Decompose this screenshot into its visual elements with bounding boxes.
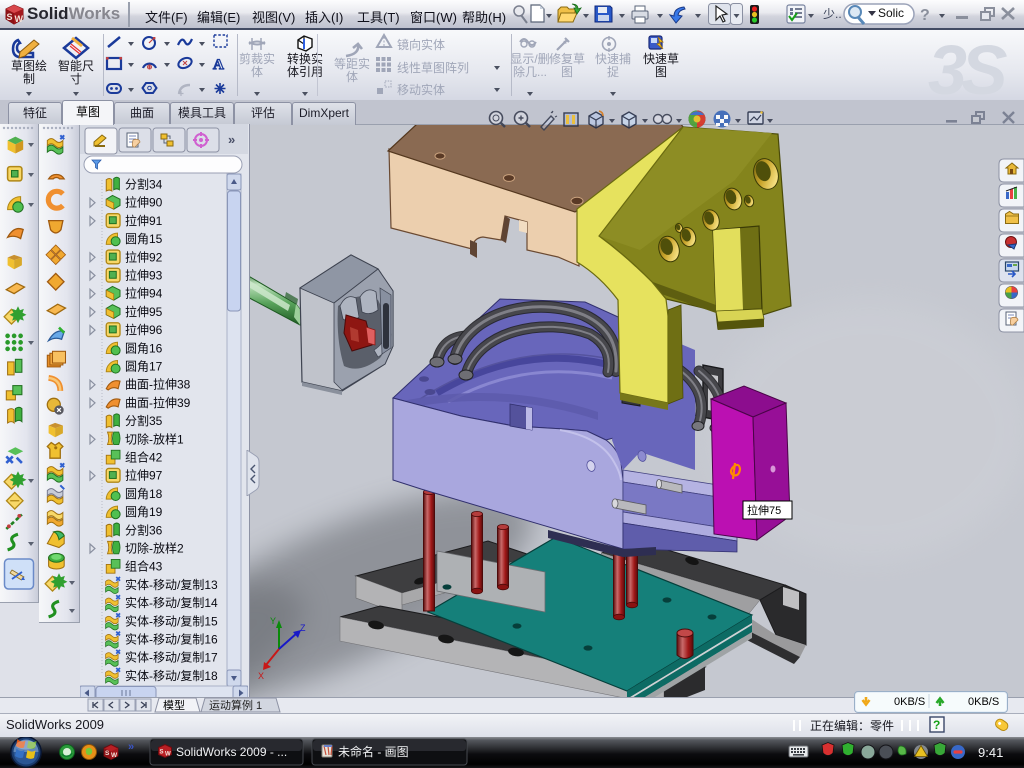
svg-text:拉伸92: 拉伸92 — [125, 249, 163, 264]
svg-text:拉伸94: 拉伸94 — [125, 286, 163, 301]
svg-text:线性草图阵列: 线性草图阵列 — [397, 61, 469, 75]
svg-text:曲面-拉伸38: 曲面-拉伸38 — [125, 377, 191, 392]
svg-text:草图绘: 草图绘 — [11, 58, 47, 73]
svg-text:组合43: 组合43 — [125, 559, 163, 574]
svg-text:0KB/S: 0KB/S — [894, 696, 925, 708]
svg-text:显示/删: 显示/删 — [510, 52, 549, 66]
svg-text:W: W — [111, 752, 118, 759]
svg-text:拉伸75: 拉伸75 — [747, 503, 781, 517]
svg-text:体: 体 — [251, 65, 263, 79]
svg-text:圆角16: 圆角16 — [125, 341, 163, 355]
svg-text:拉伸93: 拉伸93 — [125, 268, 163, 283]
svg-text:?: ? — [933, 718, 940, 732]
svg-text:智能尺: 智能尺 — [58, 58, 94, 73]
svg-text:等距实: 等距实 — [334, 56, 370, 71]
svg-text:曲面-拉伸39: 曲面-拉伸39 — [125, 395, 191, 410]
svg-text:Z: Z — [300, 623, 306, 633]
svg-text:»: » — [128, 741, 134, 753]
svg-text:制: 制 — [23, 72, 35, 86]
svg-text:切除-放样2: 切除-放样2 — [125, 541, 184, 556]
svg-text:模型: 模型 — [163, 698, 185, 712]
svg-text:除几...: 除几... — [513, 64, 547, 79]
svg-text:拉伸91: 拉伸91 — [125, 213, 163, 228]
svg-text:拉伸90: 拉伸90 — [125, 195, 163, 210]
svg-text:实体-移动/复制13: 实体-移动/复制13 — [125, 577, 218, 592]
svg-text:捉: 捉 — [607, 64, 619, 79]
svg-text:圆角19: 圆角19 — [125, 505, 163, 519]
svg-text:SolidWorks 2009 - ...: SolidWorks 2009 - ... — [176, 745, 287, 759]
svg-text:S: S — [105, 750, 110, 757]
svg-text:W: W — [15, 14, 24, 24]
svg-text:分割36: 分割36 — [125, 522, 163, 537]
svg-text:A: A — [213, 57, 224, 73]
svg-text:运动算例 1: 运动算例 1 — [209, 698, 262, 712]
svg-text:移动实体: 移动实体 — [397, 82, 445, 97]
svg-text:图: 图 — [561, 65, 573, 79]
svg-text:实体-移动/复制17: 实体-移动/复制17 — [125, 650, 218, 665]
svg-text:拉伸96: 拉伸96 — [125, 322, 163, 337]
svg-text:快速捕: 快速捕 — [595, 51, 631, 66]
svg-text:修复草: 修复草 — [549, 51, 585, 66]
svg-text:圆角18: 圆角18 — [125, 487, 163, 501]
svg-text:剪裁实: 剪裁实 — [239, 51, 275, 66]
svg-text:镜向实体: 镜向实体 — [397, 37, 445, 52]
svg-text:实体-移动/复制18: 实体-移动/复制18 — [125, 668, 218, 683]
svg-text:W: W — [165, 752, 171, 758]
svg-text:少..: 少.. — [823, 7, 842, 21]
svg-text:圆角15: 圆角15 — [125, 232, 163, 246]
svg-text:0KB/S: 0KB/S — [968, 696, 999, 708]
svg-text:组合42: 组合42 — [125, 450, 163, 465]
svg-text:Y: Y — [270, 616, 276, 626]
svg-text:图: 图 — [655, 65, 667, 79]
svg-text:未命名 - 画图: 未命名 - 画图 — [338, 744, 409, 759]
svg-text:实体-移动/复制15: 实体-移动/复制15 — [125, 613, 218, 628]
svg-text:分割35: 分割35 — [125, 413, 163, 428]
svg-text:圆角17: 圆角17 — [125, 360, 163, 374]
svg-text:切除-放样1: 切除-放样1 — [125, 431, 184, 446]
svg-text:实体-移动/复制16: 实体-移动/复制16 — [125, 632, 218, 647]
svg-text:寸: 寸 — [70, 72, 82, 86]
svg-text:体: 体 — [346, 70, 358, 84]
svg-text:实体-移动/复制14: 实体-移动/复制14 — [125, 595, 218, 610]
svg-text:正在编辑：零件: 正在编辑：零件 — [810, 718, 894, 733]
svg-text:9:41: 9:41 — [978, 745, 1003, 760]
svg-text:快速草: 快速草 — [643, 52, 679, 66]
svg-text:分割34: 分割34 — [125, 177, 163, 192]
svg-text:S: S — [160, 750, 164, 756]
svg-text:X: X — [258, 671, 264, 681]
svg-text:拉伸95: 拉伸95 — [125, 304, 163, 319]
svg-text:?: ? — [920, 7, 930, 24]
svg-text:Solic: Solic — [878, 6, 904, 20]
svg-text:+: + — [563, 37, 569, 48]
svg-text:拉伸97: 拉伸97 — [125, 468, 163, 483]
svg-text:S: S — [7, 12, 13, 22]
